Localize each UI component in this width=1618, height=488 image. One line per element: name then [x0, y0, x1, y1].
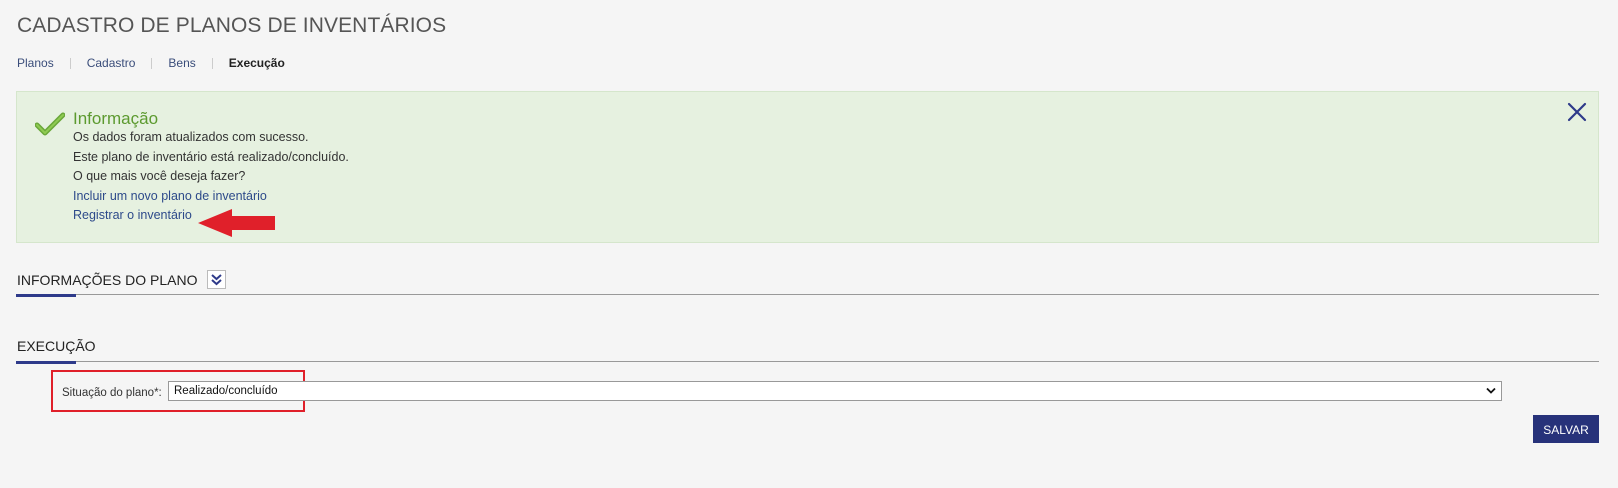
save-button[interactable]: SALVAR [1533, 415, 1599, 443]
link-new-inventory-plan[interactable]: Incluir um novo plano de inventário [73, 189, 267, 203]
breadcrumb-item-bens[interactable]: Bens [168, 56, 195, 70]
section-accent-bar [16, 361, 76, 364]
link-register-inventory[interactable]: Registrar o inventário [73, 208, 192, 222]
info-line-status: Este plano de inventário está realizado/… [73, 150, 349, 164]
close-icon[interactable] [1567, 102, 1587, 122]
page: CADASTRO DE PLANOS DE INVENTÁRIOS Planos… [0, 0, 1618, 488]
breadcrumb-separator [211, 57, 213, 69]
section-divider [16, 361, 1599, 362]
section-toggle-button[interactable] [207, 270, 227, 289]
section-accent-bar [16, 294, 76, 297]
info-title: Informação [73, 109, 159, 128]
situation-select-value: Realizado/concluído [174, 385, 278, 397]
breadcrumb-item-execucao: Execução [228, 56, 285, 70]
section-plan-info-title: INFORMAÇÕES DO PLANO [17, 271, 198, 288]
breadcrumb-item-planos[interactable]: Planos [17, 56, 54, 70]
section-execution-title: EXECUÇÃO [17, 338, 96, 354]
section-divider [16, 294, 1599, 295]
check-icon [35, 112, 65, 136]
breadcrumb-separator [69, 57, 71, 69]
section-execution-header: EXECUÇÃO [17, 338, 96, 354]
situation-label: Situação do plano*: [62, 387, 162, 399]
info-line-success: Os dados foram atualizados com sucesso. [73, 130, 309, 144]
breadcrumb: Planos Cadastro Bens Execução [17, 56, 285, 70]
double-chevron-down-icon [211, 274, 223, 286]
page-title: CADASTRO DE PLANOS DE INVENTÁRIOS [17, 14, 447, 37]
breadcrumb-separator [151, 57, 153, 69]
chevron-down-icon [1486, 387, 1496, 394]
annotation-arrow [198, 209, 275, 237]
section-plan-info-header: INFORMAÇÕES DO PLANO [17, 270, 227, 289]
situation-select[interactable]: Realizado/concluído [168, 381, 1502, 401]
info-line-question: O que mais você deseja fazer? [73, 169, 246, 183]
breadcrumb-item-cadastro[interactable]: Cadastro [87, 56, 136, 70]
